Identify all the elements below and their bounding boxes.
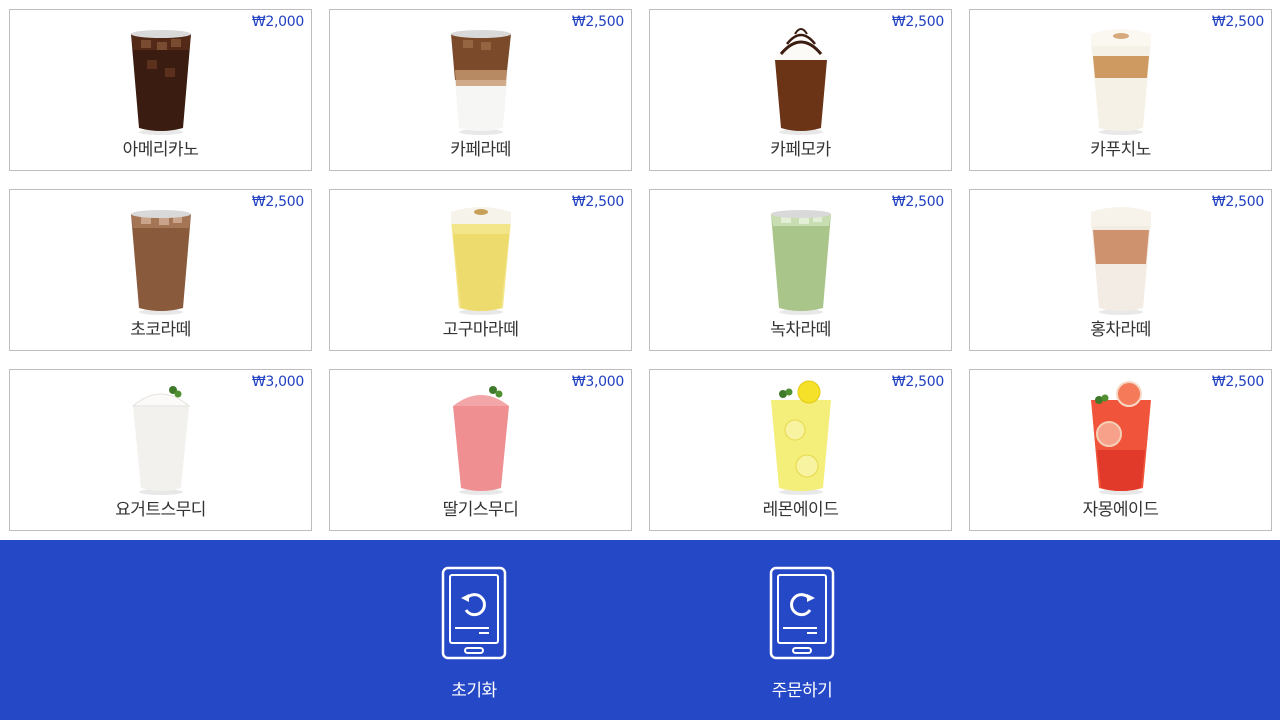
menu-item-price: ₩3,000 bbox=[571, 374, 624, 390]
menu-item-green-tea-latte[interactable]: ₩2,500 녹차라떼 bbox=[649, 189, 952, 351]
menu-item-name: 카페라떼 bbox=[450, 140, 511, 160]
americano-image bbox=[121, 20, 201, 136]
reset-button[interactable]: 초기화 bbox=[419, 564, 529, 704]
lemonade-image bbox=[761, 380, 841, 496]
yogurt-smoothie-image bbox=[121, 380, 201, 496]
menu-item-name: 홍차라떼 bbox=[1090, 320, 1151, 340]
menu-item-lemonade[interactable]: ₩2,500 레몬에이드 bbox=[649, 369, 952, 531]
strawberry-smoothie-image bbox=[441, 380, 521, 496]
menu-item-price: ₩2,500 bbox=[891, 14, 944, 30]
menu-item-latte[interactable]: ₩2,500 카페라떼 bbox=[329, 9, 632, 171]
menu-item-price: ₩2,500 bbox=[251, 194, 304, 210]
menu-item-price: ₩2,000 bbox=[251, 14, 304, 30]
menu-item-black-tea-latte[interactable]: ₩2,500 홍차라떼 bbox=[969, 189, 1272, 351]
cappuccino-image bbox=[1081, 20, 1161, 136]
menu-item-name: 카푸치노 bbox=[1090, 140, 1151, 160]
latte-image bbox=[441, 20, 521, 136]
menu-item-price: ₩2,500 bbox=[891, 374, 944, 390]
mocha-image bbox=[761, 20, 841, 136]
order-button[interactable]: 주문하기 bbox=[747, 564, 857, 704]
menu-item-strawberry-smoothie[interactable]: ₩3,000 딸기스무디 bbox=[329, 369, 632, 531]
menu-grid: ₩2,000 아메리카노 ₩2,500 카페라떼 ₩2,500 카페모카 ₩2,… bbox=[0, 0, 1280, 540]
menu-item-price: ₩2,500 bbox=[1211, 194, 1264, 210]
reset-button-label: 초기화 bbox=[451, 681, 497, 701]
menu-item-americano[interactable]: ₩2,000 아메리카노 bbox=[9, 9, 312, 171]
menu-item-name: 초코라떼 bbox=[130, 320, 191, 340]
choco-latte-image bbox=[121, 200, 201, 316]
menu-item-price: ₩2,500 bbox=[571, 194, 624, 210]
sweet-potato-latte-image bbox=[441, 200, 521, 316]
menu-item-grapefruit-ade[interactable]: ₩2,500 자몽에이드 bbox=[969, 369, 1272, 531]
menu-item-sweet-potato-latte[interactable]: ₩2,500 고구마라떼 bbox=[329, 189, 632, 351]
menu-item-mocha[interactable]: ₩2,500 카페모카 bbox=[649, 9, 952, 171]
green-tea-latte-image bbox=[761, 200, 841, 316]
menu-item-name: 녹차라떼 bbox=[770, 320, 831, 340]
menu-item-price: ₩3,000 bbox=[251, 374, 304, 390]
menu-item-price: ₩2,500 bbox=[1211, 14, 1264, 30]
menu-item-name: 레몬에이드 bbox=[762, 500, 839, 520]
grapefruit-ade-image bbox=[1081, 380, 1161, 496]
order-button-label: 주문하기 bbox=[771, 681, 833, 701]
menu-item-name: 아메리카노 bbox=[122, 140, 199, 160]
menu-item-name: 요거트스무디 bbox=[115, 500, 206, 520]
tablet-reset-icon bbox=[441, 566, 507, 660]
menu-item-name: 자몽에이드 bbox=[1082, 500, 1159, 520]
tablet-refresh-icon bbox=[769, 566, 835, 660]
menu-item-name: 딸기스무디 bbox=[442, 500, 519, 520]
menu-item-name: 고구마라떼 bbox=[442, 320, 519, 340]
menu-item-price: ₩2,500 bbox=[571, 14, 624, 30]
footer-bar: 초기화 주문하기 bbox=[0, 540, 1280, 720]
menu-item-cappuccino[interactable]: ₩2,500 카푸치노 bbox=[969, 9, 1272, 171]
menu-item-name: 카페모카 bbox=[770, 140, 831, 160]
black-tea-latte-image bbox=[1081, 200, 1161, 316]
menu-item-choco-latte[interactable]: ₩2,500 초코라떼 bbox=[9, 189, 312, 351]
menu-item-price: ₩2,500 bbox=[1211, 374, 1264, 390]
menu-item-yogurt-smoothie[interactable]: ₩3,000 요거트스무디 bbox=[9, 369, 312, 531]
menu-item-price: ₩2,500 bbox=[891, 194, 944, 210]
